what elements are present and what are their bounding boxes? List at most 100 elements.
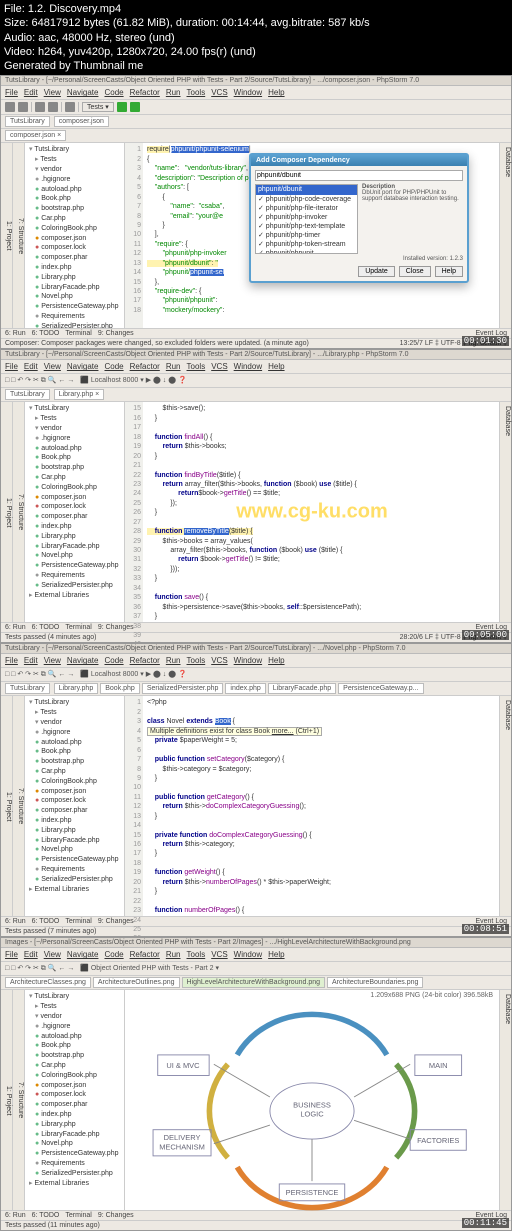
tree-item[interactable]: Tests [27, 1002, 122, 1012]
tree-item[interactable]: composer.lock [27, 796, 122, 806]
project-tool[interactable]: 1: Project [1, 990, 13, 1210]
tree-item[interactable]: Novel.php [27, 292, 122, 302]
tool-tab[interactable]: 6: TODO [32, 1212, 60, 1219]
structure-tool[interactable]: 7: Structure [13, 143, 25, 328]
tree-item[interactable]: Library.php [27, 273, 122, 283]
tool-tab[interactable]: Terminal [65, 330, 91, 337]
project-tree[interactable]: TutsLibraryTestsvendor.hgignoreautoload.… [25, 143, 125, 328]
toolbar[interactable]: □ □ ↶ ↷ ✂ ⧉ 🔍 ← → ⬛ Localhost 8000 ▾ ▶ ⬤… [1, 668, 511, 682]
tree-item[interactable]: bootstrap.php [27, 463, 122, 473]
tab-composer[interactable]: composer.json [54, 116, 109, 127]
menu-navigate[interactable]: Navigate [67, 362, 99, 371]
menu-window[interactable]: Window [234, 950, 262, 959]
tool-tab[interactable]: 6: TODO [32, 918, 60, 925]
menu-view[interactable]: View [44, 362, 61, 371]
tree-item[interactable]: Book.php [27, 194, 122, 204]
tree-item[interactable]: Novel.php [27, 845, 122, 855]
close-button[interactable]: Close [399, 266, 431, 277]
menu-run[interactable]: Run [166, 950, 181, 959]
tree-item[interactable]: Tests [27, 155, 122, 165]
tree-item[interactable]: autoload.php [27, 185, 122, 195]
tree-item[interactable]: ColoringBook.php [27, 483, 122, 493]
open-icon[interactable] [5, 102, 15, 112]
redo-icon[interactable] [48, 102, 58, 112]
tree-item[interactable]: bootstrap.php [27, 1051, 122, 1061]
menu-window[interactable]: Window [234, 362, 262, 371]
menu-code[interactable]: Code [104, 656, 123, 665]
structure-tool[interactable]: 7: Structure [13, 402, 25, 622]
tree-item[interactable]: composer.phar [27, 1100, 122, 1110]
menu-run[interactable]: Run [166, 656, 181, 665]
tree-item[interactable]: autoload.php [27, 738, 122, 748]
project-tree[interactable]: TutsLibraryTestsvendor.hgignoreautoload.… [25, 696, 125, 916]
menu-tools[interactable]: Tools [187, 88, 206, 97]
tree-item[interactable]: External Libraries [27, 885, 122, 895]
tree-item[interactable]: SerializedPersister.php [27, 875, 122, 885]
package-item[interactable]: ✓ phpunit/php-file-iterator [256, 204, 357, 213]
tree-item[interactable]: ColoringBook.php [27, 777, 122, 787]
tool-tab[interactable]: 6: TODO [32, 624, 60, 631]
menu-run[interactable]: Run [166, 88, 181, 97]
menu-file[interactable]: File [5, 950, 18, 959]
tab-project[interactable]: TutsLibrary [5, 116, 50, 127]
tool-tab[interactable]: Terminal [65, 624, 91, 631]
run-config[interactable]: Tests ▾ [82, 102, 114, 112]
tree-item[interactable]: PersistenceGateway.php [27, 855, 122, 865]
run-icon[interactable] [117, 102, 127, 112]
menu-view[interactable]: View [44, 950, 61, 959]
menu-view[interactable]: View [44, 88, 61, 97]
package-item[interactable]: ✓ phpunit/phpunit [256, 249, 357, 254]
menu-code[interactable]: Code [104, 950, 123, 959]
structure-tool[interactable]: 7: Structure [13, 696, 25, 916]
menu-code[interactable]: Code [104, 88, 123, 97]
tree-item[interactable]: ColoringBook.php [27, 224, 122, 234]
tree-item[interactable]: Book.php [27, 1041, 122, 1051]
package-item[interactable]: ✓ phpunit/php-code-coverage [256, 195, 357, 204]
menu-tools[interactable]: Tools [187, 362, 206, 371]
menu-refactor[interactable]: Refactor [130, 950, 160, 959]
menu-edit[interactable]: Edit [24, 88, 38, 97]
menubar[interactable]: FileEditViewNavigateCodeRefactorRunTools… [1, 86, 511, 100]
tree-item[interactable]: SerializedPersister.php [27, 322, 122, 329]
editor-tab[interactable]: Library.php × [54, 389, 105, 400]
tree-item[interactable]: Car.php [27, 767, 122, 777]
menu-view[interactable]: View [44, 656, 61, 665]
package-item[interactable]: ✓ phpunit/php-invoker [256, 213, 357, 222]
menu-refactor[interactable]: Refactor [130, 362, 160, 371]
tree-item[interactable]: composer.json [27, 787, 122, 797]
database-tool[interactable]: Database [499, 696, 511, 916]
project-tree[interactable]: TutsLibraryTestsvendor.hgignoreautoload.… [25, 990, 125, 1210]
tree-item[interactable]: .hgignore [27, 1022, 122, 1032]
tool-tab[interactable]: 6: Run [5, 1212, 26, 1219]
structure-tool[interactable]: 7: Structure [13, 990, 25, 1210]
tree-item[interactable]: PersistenceGateway.php [27, 1149, 122, 1159]
package-list[interactable]: phpunit/dbunit✓ phpunit/php-code-coverag… [255, 184, 358, 254]
menu-help[interactable]: Help [268, 362, 284, 371]
menu-vcs[interactable]: VCS [211, 950, 227, 959]
tree-item[interactable]: Requirements [27, 312, 122, 322]
tree-item[interactable]: External Libraries [27, 1179, 122, 1189]
menu-help[interactable]: Help [268, 656, 284, 665]
tree-item[interactable]: Tests [27, 414, 122, 424]
tree-item[interactable]: Tests [27, 708, 122, 718]
tree-item[interactable]: autoload.php [27, 444, 122, 454]
menu-refactor[interactable]: Refactor [130, 656, 160, 665]
tree-item[interactable]: ColoringBook.php [27, 1071, 122, 1081]
tree-item[interactable]: PersistenceGateway.php [27, 561, 122, 571]
package-item[interactable]: ✓ phpunit/php-token-stream [256, 240, 357, 249]
tree-item[interactable]: composer.phar [27, 253, 122, 263]
menu-navigate[interactable]: Navigate [67, 656, 99, 665]
code-editor[interactable]: 123456789101112131415161718 require|phpu… [125, 143, 499, 328]
tree-item[interactable]: autoload.php [27, 1032, 122, 1042]
toolbar[interactable]: Tests ▾ [1, 100, 511, 115]
tree-item[interactable]: vendor [27, 165, 122, 175]
save-icon[interactable] [18, 102, 28, 112]
tree-item[interactable]: PersistenceGateway.php [27, 302, 122, 312]
tree-item[interactable]: composer.lock [27, 1090, 122, 1100]
code-area[interactable]: $this->save(); } function findAll() { re… [143, 402, 499, 622]
cut-icon[interactable] [65, 102, 75, 112]
tree-item[interactable]: LibraryFacade.php [27, 283, 122, 293]
code-area[interactable]: <?php class Novel extends Book { Multipl… [143, 696, 499, 916]
tree-item[interactable]: Car.php [27, 473, 122, 483]
tree-item[interactable]: .hgignore [27, 434, 122, 444]
